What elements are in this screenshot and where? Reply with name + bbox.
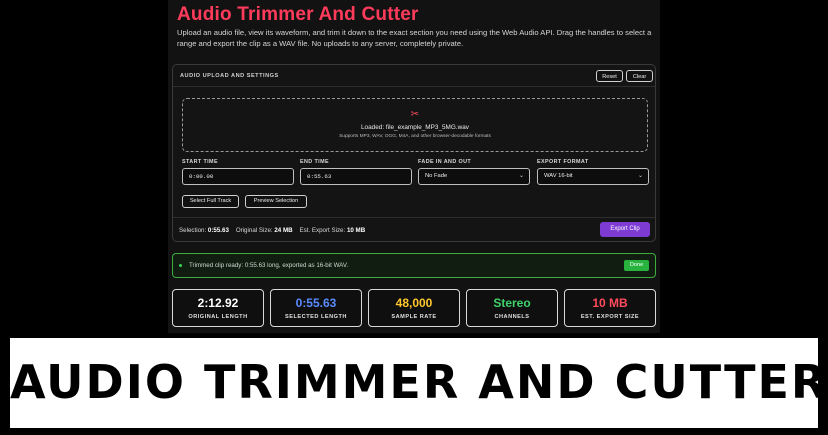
file-dropzone[interactable]: ✂ Loaded: file_example_MP3_5MG.wav Suppo… <box>182 98 648 152</box>
done-button[interactable]: Done <box>624 260 649 271</box>
export-format-select[interactable]: WAV 16-bit ⌄ <box>537 168 649 185</box>
selection-stats: Selection: 0:55.63 Original Size: 24 MB … <box>179 227 365 234</box>
panel-title: AUDIO UPLOAD AND SETTINGS <box>180 73 279 79</box>
export-size-value: 10 MB <box>346 227 366 234</box>
chevron-down-icon: ⌄ <box>637 173 643 179</box>
stat-label: CHANNELS <box>494 314 530 320</box>
divider <box>173 217 655 218</box>
original-size-value: 24 MB <box>274 227 293 234</box>
stat-label: EST. EXPORT SIZE <box>580 314 640 320</box>
fade-label: FADE IN AND OUT <box>418 159 472 165</box>
stat-value: 2:12.92 <box>197 296 239 310</box>
stat-label: SAMPLE RATE <box>391 314 437 320</box>
title-banner: AUDIO TRIMMER AND CUTTER <box>10 338 828 428</box>
export-format-label: EXPORT FORMAT <box>537 159 589 165</box>
stat-card-original-length: 2:12.92 ORIGINAL LENGTH <box>172 289 264 327</box>
page-description: Upload an audio file, view its waveform,… <box>177 28 652 48</box>
panel-header: AUDIO UPLOAD AND SETTINGS Reset Clear <box>173 65 655 87</box>
page-title: Audio Trimmer And Cutter <box>177 4 419 25</box>
status-dot-icon <box>179 264 182 267</box>
stat-label: ORIGINAL LENGTH <box>188 314 248 320</box>
end-time-label: END TIME <box>300 159 329 165</box>
loaded-file-text: Loaded: file_example_MP3_5MG.wav <box>361 124 469 131</box>
stat-value: 48,000 <box>395 296 433 310</box>
status-text: Trimmed clip ready: 0:55.63 long, export… <box>189 262 349 269</box>
select-full-track-button[interactable]: Select Full Track <box>182 195 239 208</box>
stat-card-channels: Stereo CHANNELS <box>466 289 558 327</box>
start-time-input[interactable]: 0:00.00 <box>182 168 294 185</box>
upload-settings-panel: AUDIO UPLOAD AND SETTINGS Reset Clear ✂ … <box>172 64 656 242</box>
selection-value: 0:55.63 <box>207 227 229 234</box>
stat-label: SELECTED LENGTH <box>285 314 347 320</box>
original-size-label: Original Size: <box>235 227 273 234</box>
export-clip-button[interactable]: Export Clip <box>600 222 650 237</box>
supported-formats-text: Supports MP3, WAV, OGG, M4A, and other b… <box>339 134 491 139</box>
stat-value: 10 MB <box>592 296 628 310</box>
start-time-label: START TIME <box>182 159 218 165</box>
app-window: Audio Trimmer And Cutter Upload an audio… <box>168 0 660 333</box>
reset-button[interactable]: Reset <box>596 70 623 82</box>
banner-title: AUDIO TRIMMER AND CUTTER <box>10 355 828 409</box>
stat-value: Stereo <box>493 296 531 310</box>
end-time-input[interactable]: 0:55.63 <box>300 168 412 185</box>
stat-card-export-size: 10 MB EST. EXPORT SIZE <box>564 289 656 327</box>
stat-card-sample-rate: 48,000 SAMPLE RATE <box>368 289 460 327</box>
selection-label: Selection: <box>179 227 207 234</box>
export-format-value: WAV 16-bit <box>544 173 573 179</box>
stat-value: 0:55.63 <box>295 296 337 310</box>
fade-select-value: No Fade <box>425 173 448 179</box>
clear-button[interactable]: Clear <box>626 70 653 82</box>
scissors-icon: ✂ <box>410 109 420 120</box>
fade-select[interactable]: No Fade ⌄ <box>418 168 530 185</box>
chevron-down-icon: ⌄ <box>518 173 524 179</box>
status-bar: Trimmed clip ready: 0:55.63 long, export… <box>172 253 656 278</box>
export-size-label: Est. Export Size: <box>299 227 346 234</box>
stat-card-selected-length: 0:55.63 SELECTED LENGTH <box>270 289 362 327</box>
preview-selection-button[interactable]: Preview Selection <box>245 195 307 208</box>
